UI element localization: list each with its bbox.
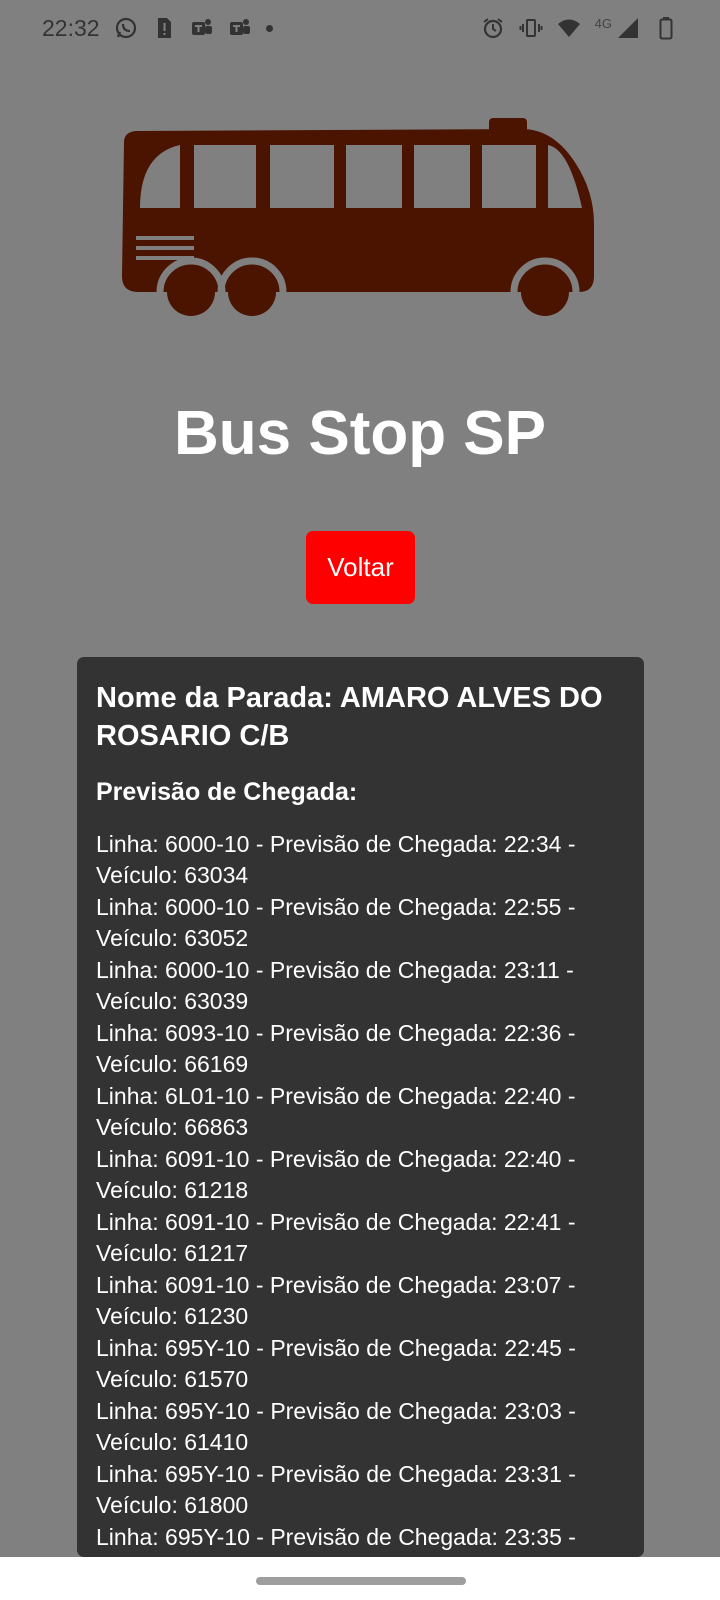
- bus-icon: [122, 118, 594, 324]
- back-button[interactable]: Voltar: [306, 531, 415, 604]
- status-bar: 22:32 4G: [0, 0, 720, 56]
- status-right: 4G: [481, 16, 678, 40]
- arrival-list: Linha: 6000-10 - Previsão de Chegada: 22…: [96, 829, 625, 1553]
- arrival-item: Linha: 695Y-10 - Previsão de Chegada: 23…: [96, 1461, 576, 1518]
- app-title: Bus Stop SP: [173, 399, 547, 468]
- arrival-item: Linha: 6091-10 - Previsão de Chegada: 22…: [96, 1209, 576, 1266]
- arrival-item: Linha: 695Y-10 - Previsão de Chegada: 23…: [96, 1398, 576, 1455]
- arrival-item: Linha: 695Y-10 - Previsão de Chegada: 22…: [96, 1335, 576, 1392]
- status-time: 22:32: [42, 14, 100, 41]
- arrival-item: Linha: 6L01-10 - Previsão de Chegada: 22…: [96, 1083, 576, 1140]
- network-type-label: 4G: [594, 15, 612, 31]
- stop-info-card: Nome da Parada: AMARO ALVES DO ROSARIO C…: [77, 657, 644, 1557]
- signal-icon: [616, 16, 640, 40]
- arrival-item: Linha: 6091-10 - Previsão de Chegada: 23…: [96, 1272, 576, 1329]
- alarm-icon: [481, 16, 505, 40]
- arrival-item: Linha: 6093-10 - Previsão de Chegada: 22…: [96, 1020, 576, 1077]
- teams-icon: [228, 16, 252, 40]
- whatsapp-icon: [114, 16, 138, 40]
- vibrate-icon: [519, 16, 543, 40]
- home-gesture-handle[interactable]: [256, 1577, 466, 1585]
- status-left: 22:32: [42, 15, 273, 42]
- teams-icon: [190, 16, 214, 40]
- arrival-item: Linha: 6000-10 - Previsão de Chegada: 23…: [96, 957, 574, 1014]
- arrival-item: Linha: 6000-10 - Previsão de Chegada: 22…: [96, 894, 576, 951]
- arrival-item: Linha: 6000-10 - Previsão de Chegada: 22…: [96, 831, 576, 888]
- arrival-item: Linha: 6091-10 - Previsão de Chegada: 22…: [96, 1146, 576, 1203]
- wifi-icon: [557, 16, 581, 40]
- sim-alert-icon: [152, 16, 176, 40]
- arrival-item: Linha: 695Y-10 - Previsão de Chegada: 23…: [96, 1524, 576, 1550]
- stop-name: Nome da Parada: AMARO ALVES DO ROSARIO C…: [96, 682, 603, 752]
- battery-icon: [654, 16, 678, 40]
- arrivals-heading: Previsão de Chegada:: [96, 778, 358, 806]
- more-dot-icon: [265, 24, 273, 32]
